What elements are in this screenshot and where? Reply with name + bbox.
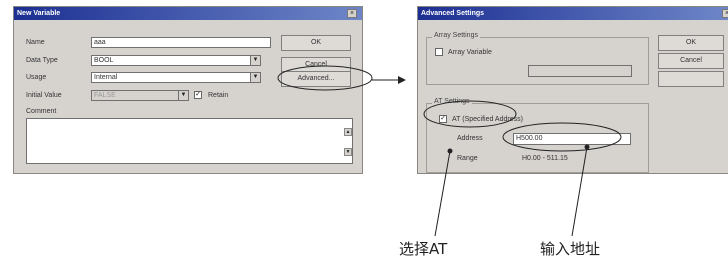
usage-select[interactable]: Internal ▼ xyxy=(91,72,261,83)
dropdown-arrow-icon[interactable]: ▼ xyxy=(178,91,188,100)
select-at-annotation: 选择AT xyxy=(399,240,448,258)
advanced-settings-title: Advanced Settings xyxy=(418,7,728,20)
comment-label: Comment xyxy=(26,108,57,115)
ok-button[interactable]: OK xyxy=(281,35,351,51)
close-icon[interactable]: × xyxy=(347,9,357,18)
array-variable-label: Array Variable xyxy=(448,49,492,56)
scroll-up-icon[interactable]: ▲ xyxy=(344,128,352,136)
usage-value: Internal xyxy=(94,74,118,81)
enter-address-annotation: 输入地址 xyxy=(540,240,601,258)
new-variable-title: New Variable xyxy=(14,7,362,20)
dropdown-arrow-icon[interactable]: ▼ xyxy=(250,56,260,65)
ok-button[interactable]: OK xyxy=(658,35,724,51)
at-specified-label: AT (Specified Address) xyxy=(452,116,523,123)
array-variable-checkbox[interactable] xyxy=(435,48,443,56)
data-type-value: BOOL xyxy=(94,57,114,64)
retain-checkbox[interactable]: ✓ xyxy=(194,91,202,99)
at-specified-checkbox[interactable]: ✓ xyxy=(439,115,447,123)
data-type-select[interactable]: BOOL ▼ xyxy=(91,55,261,66)
array-settings-title: Array Settings xyxy=(432,32,480,39)
advanced-settings-dialog: Advanced Settings × Array Settings Array… xyxy=(417,6,728,174)
blank-button[interactable] xyxy=(658,71,724,87)
scroll-down-icon[interactable]: ▼ xyxy=(344,148,352,156)
initial-value-label: Initial Value xyxy=(26,92,62,99)
dropdown-arrow-icon[interactable]: ▼ xyxy=(250,73,260,82)
retain-label: Retain xyxy=(208,92,229,99)
name-field[interactable]: aaa xyxy=(91,37,271,48)
usage-label: Usage xyxy=(26,74,47,81)
range-label: Range xyxy=(457,155,478,162)
comment-textarea[interactable]: ▲ ▼ xyxy=(26,118,353,164)
address-field[interactable]: H500.00 xyxy=(513,133,631,145)
name-label: Name xyxy=(26,39,45,46)
advanced-button[interactable]: Advanced... xyxy=(281,71,351,87)
cancel-button[interactable]: Cancel xyxy=(658,53,724,69)
data-type-label: Data Type xyxy=(26,57,58,64)
initial-value-value: FALSE xyxy=(94,92,116,99)
arrow-head-icon xyxy=(398,76,406,84)
new-variable-dialog: New Variable × Name aaa Data Type BOOL ▼… xyxy=(13,6,363,174)
at-settings-group: AT Settings ✓ AT (Specified Address) Add… xyxy=(426,98,649,173)
checkmark-icon: ✓ xyxy=(195,91,201,98)
array-settings-group: Array Settings Array Variable xyxy=(426,32,649,85)
initial-value-select[interactable]: FALSE ▼ xyxy=(91,90,189,101)
at-settings-title: AT Settings xyxy=(432,98,472,105)
checkmark-icon: ✓ xyxy=(440,115,446,122)
address-label: Address xyxy=(457,135,483,142)
array-size-field[interactable] xyxy=(528,65,632,77)
close-icon[interactable]: × xyxy=(722,9,728,18)
range-value: H0.00 - 511.15 xyxy=(522,155,568,162)
